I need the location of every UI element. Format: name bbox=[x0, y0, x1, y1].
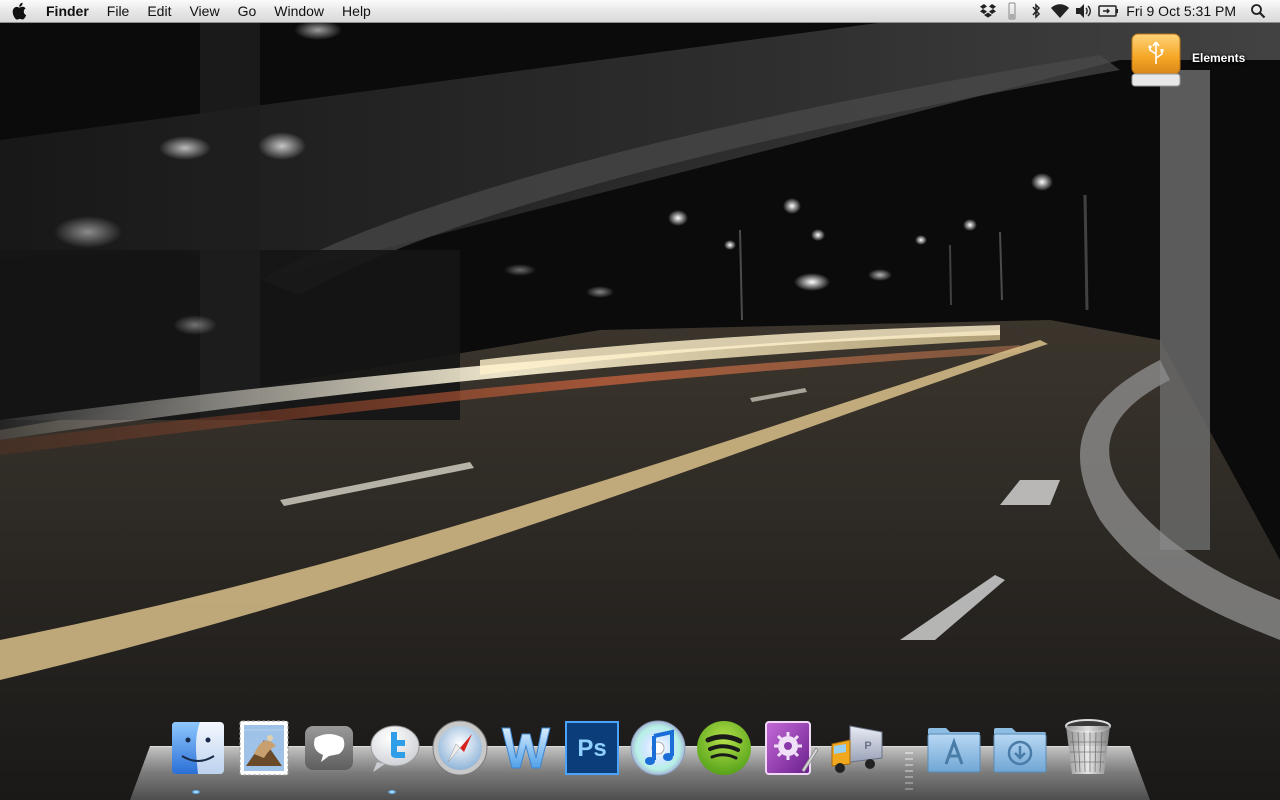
menu-view[interactable]: View bbox=[180, 0, 228, 22]
dock-item-twitter[interactable] bbox=[363, 718, 423, 778]
desktop-item-label: Elements bbox=[1192, 51, 1246, 65]
dock-item-spotify[interactable] bbox=[694, 718, 754, 778]
safari-compass-icon bbox=[432, 720, 488, 776]
wifi-icon[interactable] bbox=[1049, 0, 1071, 22]
menu-go[interactable]: Go bbox=[229, 0, 266, 22]
svg-text:P: P bbox=[864, 740, 871, 752]
dock-item-safari[interactable] bbox=[430, 718, 490, 778]
applications-folder-icon bbox=[927, 728, 981, 773]
photoshop-icon: Ps bbox=[565, 721, 619, 775]
dock-item-downloads[interactable] bbox=[990, 718, 1050, 778]
word-icon bbox=[501, 727, 551, 769]
volume-icon[interactable] bbox=[1073, 0, 1095, 22]
itunes-icon bbox=[630, 720, 686, 776]
menu-edit[interactable]: Edit bbox=[138, 0, 180, 22]
trash-icon bbox=[1065, 719, 1111, 774]
menu-app-name[interactable]: Finder bbox=[40, 0, 98, 22]
dock-item-mail[interactable] bbox=[234, 718, 294, 778]
dock-item-trash[interactable] bbox=[1058, 716, 1118, 776]
spotlight-search-icon[interactable] bbox=[1247, 0, 1269, 22]
spotify-icon bbox=[697, 721, 751, 775]
finder-icon bbox=[172, 722, 224, 774]
menu-help[interactable]: Help bbox=[333, 0, 380, 22]
menu-bar-left: Finder File Edit View Go Window Help bbox=[0, 0, 380, 22]
apple-icon[interactable] bbox=[0, 0, 40, 22]
dock-item-applications[interactable] bbox=[924, 718, 984, 778]
dock-item-finder[interactable] bbox=[168, 718, 228, 778]
external-usb-drive-icon bbox=[1131, 33, 1181, 87]
menu-bar: Finder File Edit View Go Window Help Fri… bbox=[0, 0, 1280, 23]
display-mirror-icon[interactable] bbox=[1097, 0, 1119, 22]
bluetooth-icon[interactable] bbox=[1025, 0, 1047, 22]
mail-icon bbox=[239, 720, 289, 776]
dock-item-transmit[interactable]: P bbox=[826, 718, 886, 778]
dock-item-word[interactable] bbox=[496, 718, 556, 778]
desktop-wallpaper bbox=[0, 0, 1280, 800]
twitter-icon bbox=[370, 725, 420, 772]
delivery-truck-icon: P bbox=[831, 725, 883, 773]
menu-window[interactable]: Window bbox=[265, 0, 333, 22]
dock-item-photoshop[interactable]: Ps bbox=[562, 718, 622, 778]
wallpaper-highway-image bbox=[0, 0, 1280, 800]
dock-item-itunes[interactable] bbox=[628, 718, 688, 778]
svg-text:Ps: Ps bbox=[577, 735, 606, 762]
dock-item-script-editor[interactable] bbox=[760, 718, 820, 778]
battery-level-icon[interactable] bbox=[1001, 0, 1023, 22]
menu-file[interactable]: File bbox=[98, 0, 139, 22]
menu-bar-status-area: Fri 9 Oct 5:31 PM bbox=[976, 0, 1280, 22]
dock-item-messages[interactable] bbox=[299, 718, 359, 778]
speech-bubble-icon bbox=[305, 726, 353, 770]
menu-clock[interactable]: Fri 9 Oct 5:31 PM bbox=[1120, 3, 1246, 19]
dropbox-icon[interactable] bbox=[977, 0, 999, 22]
desktop-item-elements[interactable]: Elements bbox=[1126, 30, 1266, 90]
script-editor-icon bbox=[765, 721, 819, 775]
downloads-folder-icon bbox=[993, 728, 1047, 773]
